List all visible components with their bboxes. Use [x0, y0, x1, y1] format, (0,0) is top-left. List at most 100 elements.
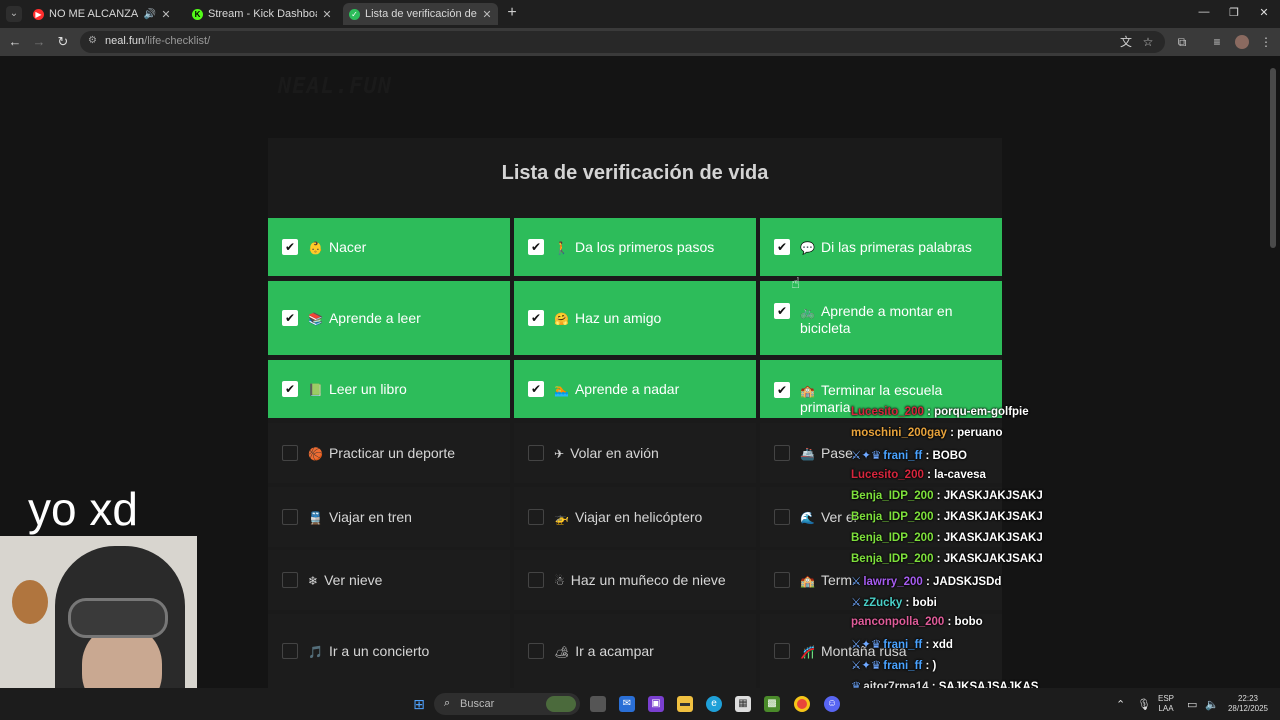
chat-username[interactable]: Benja_IDP_200 [851, 553, 933, 565]
chat-username[interactable]: panconpolla_200 [851, 616, 944, 628]
checkbox-empty-icon[interactable] [774, 572, 790, 588]
checkbox-checked-icon[interactable]: ✔ [282, 381, 298, 397]
chat-username[interactable]: aitor7rma14 [863, 681, 928, 688]
forward-arrow-icon[interactable]: → [31, 34, 47, 50]
scrollbar[interactable] [1270, 68, 1276, 248]
volume-icon[interactable]: 🔈 [1205, 698, 1219, 711]
tab-youtube[interactable]: ▶ NO ME ALCANZA - YouTube 🔊 ✕ [27, 3, 177, 25]
minimize-icon[interactable]: — [1197, 6, 1211, 18]
checkbox-empty-icon[interactable] [282, 509, 298, 525]
checklist-item[interactable]: ✔ 📗 Leer un libro [268, 360, 510, 418]
clock[interactable]: 22:23 28/12/2025 [1226, 694, 1270, 714]
checklist-item-text: 🚲 Aprende a montar en bicicleta [800, 303, 992, 336]
checkbox-checked-icon[interactable]: ✔ [774, 239, 790, 255]
checklist-item[interactable]: ✔ 👶 Nacer [268, 218, 510, 276]
chevron-down-icon[interactable]: ⌄ [6, 6, 22, 22]
tab-life-checklist[interactable]: ✓ Lista de verificación de vida ✕ [343, 3, 498, 25]
checkbox-checked-icon[interactable]: ✔ [282, 310, 298, 326]
puzzle-icon[interactable]: ⧉ [1175, 35, 1189, 49]
chat-username[interactable]: moschini_200gay [851, 427, 947, 439]
checklist-item[interactable]: ✔ 🚲 Aprende a montar en bicicleta [760, 281, 1002, 355]
close-icon[interactable]: ✕ [322, 8, 332, 21]
checkbox-checked-icon[interactable]: ✔ [528, 381, 544, 397]
chrome-icon[interactable] [794, 696, 810, 712]
mail-icon[interactable]: ✉ [619, 696, 635, 712]
checklist-item[interactable]: ❄ Ver nieve [268, 550, 510, 610]
checkbox-checked-icon[interactable]: ✔ [774, 382, 790, 398]
checkbox-empty-icon[interactable] [282, 572, 298, 588]
back-arrow-icon[interactable]: ← [7, 34, 23, 50]
taskbar-search[interactable]: ⌕ Buscar [434, 693, 580, 715]
item-emoji-icon: 🏕 [554, 645, 570, 659]
checkbox-empty-icon[interactable] [774, 445, 790, 461]
checkbox-empty-icon[interactable] [774, 643, 790, 659]
checkbox-empty-icon[interactable] [528, 572, 544, 588]
checklist-item[interactable]: 🏕 Ir a acampar [514, 614, 756, 688]
minecraft-icon[interactable]: ▩ [764, 696, 780, 712]
checkbox-empty-icon[interactable] [528, 509, 544, 525]
media-control-icon[interactable]: ≡ [1210, 35, 1224, 49]
calendar-icon[interactable]: ▦ [735, 696, 751, 712]
checklist-item[interactable]: ✔ 📚 Aprende a leer [268, 281, 510, 355]
chat-badge-icon: ⚔✦♛ [851, 639, 882, 651]
checkbox-empty-icon[interactable] [282, 445, 298, 461]
checklist-item[interactable]: 🏀 Practicar un deporte [268, 423, 510, 483]
checklist-item[interactable]: ✔ 💬 Di las primeras palabras [760, 218, 1002, 276]
tab-kick[interactable]: K Stream - Kick Dashboard ✕ [186, 3, 338, 25]
chat-username[interactable]: lawrry_200 [863, 576, 922, 588]
checklist-item[interactable]: ✔ 🤗 Haz un amigo [514, 281, 756, 355]
edge-icon[interactable]: e [706, 696, 722, 712]
chat-username[interactable]: frani_ff [883, 660, 922, 672]
chat-username[interactable]: Benja_IDP_200 [851, 511, 933, 523]
windows-start-icon[interactable]: ⊞ [411, 696, 427, 712]
checklist-item[interactable]: 🚆 Viajar en tren [268, 487, 510, 547]
checklist-item-text: 🏊 Aprende a nadar [554, 381, 679, 398]
checkbox-empty-icon[interactable] [528, 445, 544, 461]
chat-username[interactable]: frani_ff [883, 450, 922, 462]
chat-username[interactable]: frani_ff [883, 639, 922, 651]
task-view-icon[interactable] [590, 696, 606, 712]
avatar[interactable] [1235, 35, 1249, 49]
chat-username[interactable]: Benja_IDP_200 [851, 532, 933, 544]
store-icon[interactable]: ▣ [648, 696, 664, 712]
microphone-icon[interactable]: 🎙 [1137, 698, 1151, 711]
close-icon[interactable]: ✕ [161, 8, 171, 21]
site-logo[interactable]: NEAL.FUN [278, 74, 392, 99]
checklist-item[interactable]: ✔ 🚶 Da los primeros pasos [514, 218, 756, 276]
network-icon[interactable]: ▭ [1187, 698, 1197, 711]
chat-username[interactable]: Benja_IDP_200 [851, 490, 933, 502]
folder-icon[interactable]: ▬ [677, 696, 693, 712]
checklist-item[interactable]: 🎵 Ir a un concierto [268, 614, 510, 688]
checkbox-checked-icon[interactable]: ✔ [282, 239, 298, 255]
chat-username[interactable]: Lucesito_200 [851, 469, 924, 481]
kebab-menu-icon[interactable]: ⋮ [1259, 35, 1273, 49]
chevron-up-icon[interactable]: ⌃ [1116, 698, 1125, 711]
close-icon[interactable]: ✕ [482, 8, 492, 21]
checkbox-empty-icon[interactable] [774, 509, 790, 525]
site-info-icon[interactable]: ⚙ [88, 35, 97, 46]
restore-icon[interactable]: ❐ [1227, 6, 1241, 19]
chat-message: panconpolla_200 : bobo [851, 616, 983, 628]
star-icon[interactable]: ☆ [1141, 35, 1155, 49]
checkbox-checked-icon[interactable]: ✔ [528, 239, 544, 255]
plus-icon[interactable]: + [505, 5, 519, 21]
discord-icon[interactable]: ☺ [824, 696, 840, 712]
language-indicator[interactable]: ESP LAA [1158, 694, 1174, 714]
checklist-item[interactable]: ✔ 🏊 Aprende a nadar [514, 360, 756, 418]
reload-icon[interactable]: ↻ [55, 34, 71, 50]
close-icon[interactable]: ✕ [1257, 6, 1271, 19]
checkbox-checked-icon[interactable]: ✔ [774, 303, 790, 319]
address-bar[interactable]: ⚙ neal.fun/life-checklist/ [80, 31, 1165, 53]
checklist-item[interactable]: ✈ Volar en avión [514, 423, 756, 483]
checkbox-checked-icon[interactable]: ✔ [528, 310, 544, 326]
checkbox-empty-icon[interactable] [282, 643, 298, 659]
speaker-icon[interactable]: 🔊 [144, 9, 156, 20]
chat-username[interactable]: Lucesito_200 [851, 406, 924, 418]
checklist-item[interactable]: 🚁 Viajar en helicóptero [514, 487, 756, 547]
chat-badge-icon: ⚔✦♛ [851, 450, 882, 462]
checklist-item[interactable]: ☃ Haz un muñeco de nieve [514, 550, 756, 610]
translate-icon[interactable]: 文 [1119, 35, 1133, 49]
chat-username[interactable]: zZucky [863, 597, 902, 609]
chat-badge-icon: ⚔✦♛ [851, 660, 882, 672]
checkbox-empty-icon[interactable] [528, 643, 544, 659]
